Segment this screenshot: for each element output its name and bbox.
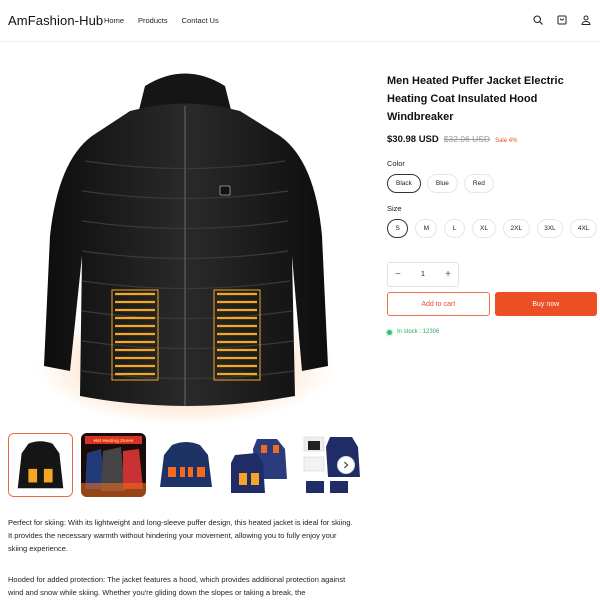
size-option-3xl[interactable]: 3XL [536, 219, 564, 238]
description-paragraph-1: Perfect for skiing: With its lightweight… [8, 518, 353, 553]
add-to-cart-button[interactable]: Add to cart [387, 292, 490, 316]
thumbnail-3[interactable] [154, 433, 219, 497]
sale-badge: Sale 4% [495, 138, 518, 144]
product-info: Men Heated Puffer Jacket Electric Heatin… [387, 72, 597, 335]
quantity-stepper: − 1 + [387, 262, 459, 287]
main-nav: Home Products Contact Us [104, 16, 219, 25]
current-price: $30.98 USD [387, 134, 439, 145]
size-option-l[interactable]: L [444, 219, 466, 238]
site-header: AmFashion-Hub Home Products Contact Us [0, 0, 600, 42]
color-option-black[interactable]: Black [387, 174, 421, 193]
thumbnail-2[interactable]: Hot Heating Zones [81, 433, 146, 497]
color-options: Black Blue Red [387, 174, 597, 193]
size-option-xl[interactable]: XL [472, 219, 496, 238]
header-icons [532, 14, 592, 26]
thumbnail-strip: Hot Heating Zones [8, 433, 361, 497]
description-paragraph-2: Hooded for added protection: The jacket … [8, 575, 346, 597]
nav-contact-us[interactable]: Contact Us [182, 16, 219, 25]
search-icon[interactable] [532, 14, 544, 26]
size-option-m[interactable]: M [415, 219, 438, 238]
buy-now-button[interactable]: Buy now [494, 292, 597, 316]
size-option-s[interactable]: S [387, 219, 409, 238]
thumbnail-4[interactable] [227, 433, 292, 497]
stock-text: In stock : 12306 [397, 329, 440, 335]
quantity-increase-button[interactable]: + [445, 269, 451, 280]
original-price: $32.06 USD [443, 134, 491, 144]
size-option-2xl[interactable]: 2XL [502, 219, 530, 238]
color-option-blue[interactable]: Blue [426, 174, 458, 193]
chevron-right-icon [344, 461, 349, 469]
purchase-buttons: Add to cart Buy now [387, 292, 597, 316]
thumbnail-next-button[interactable] [337, 456, 355, 474]
banner-text: Hot Heating Zones [94, 438, 134, 443]
product-title: Men Heated Puffer Jacket Electric Heatin… [387, 75, 564, 123]
thumbnail-1[interactable] [8, 433, 73, 497]
cart-icon[interactable] [556, 14, 568, 26]
stock-indicator-icon [387, 329, 392, 335]
site-logo[interactable]: AmFashion-Hub [8, 13, 103, 28]
nav-products[interactable]: Products [138, 16, 168, 25]
nav-home[interactable]: Home [104, 16, 124, 25]
color-label: Color [387, 159, 405, 168]
size-option-4xl[interactable]: 4XL [570, 219, 597, 238]
product-description: Perfect for skiing: With its lightweight… [8, 516, 353, 600]
size-label: Size [387, 204, 402, 213]
quantity-decrease-button[interactable]: − [395, 269, 401, 280]
price-row: $30.98 USD $32.06 USD Sale 4% [387, 134, 597, 145]
stock-status: In stock : 12306 [387, 329, 597, 335]
quantity-value[interactable]: 1 [421, 271, 425, 278]
product-main-image[interactable] [30, 66, 340, 422]
color-option-red[interactable]: Red [463, 174, 494, 193]
size-options: S M L XL 2XL 3XL 4XL [387, 219, 597, 238]
user-icon[interactable] [580, 14, 592, 26]
